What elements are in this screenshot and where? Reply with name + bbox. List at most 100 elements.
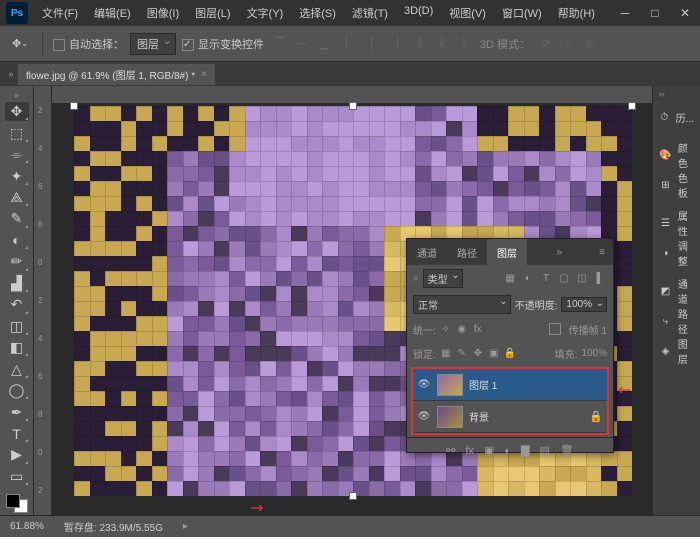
unify-style-icon[interactable]: fx (472, 324, 484, 335)
type-tool[interactable]: T (5, 424, 29, 443)
move-tool[interactable]: ✥ (5, 102, 29, 121)
gradient-tool[interactable]: ◧ (5, 338, 29, 357)
tab-layers[interactable]: 图层 (487, 239, 527, 265)
visibility-toggle-icon[interactable]: 👁 (417, 379, 431, 390)
new-layer-icon[interactable]: ▤ (539, 444, 549, 457)
align-bottom-icon[interactable]: ▁ (314, 34, 334, 54)
blend-mode-dropdown[interactable]: 正常 (413, 295, 511, 314)
filter-type-dropdown[interactable]: 类型 (423, 269, 463, 288)
distribute-3-icon[interactable]: ⫼ (454, 34, 474, 54)
filter-pixel-icon[interactable]: ▦ (503, 271, 517, 285)
3d-rotate-icon[interactable]: ⟳ (536, 34, 556, 54)
3d-pan-icon[interactable]: ✧ (558, 34, 578, 54)
toolbar-expand-icon[interactable]: » (10, 90, 24, 100)
close-tab-icon[interactable]: × (201, 69, 207, 80)
menu-item[interactable]: 帮助(H) (550, 5, 603, 21)
layers-panel-button[interactable]: ◈图层 (653, 336, 700, 366)
menu-item[interactable]: 选择(S) (291, 5, 344, 21)
marquee-tool[interactable]: ⬚ (5, 123, 29, 142)
menu-item[interactable]: 窗口(W) (494, 5, 550, 21)
lock-position-icon[interactable]: ✥ (472, 348, 484, 359)
layer-thumbnail[interactable] (437, 406, 463, 428)
paths-panel-button[interactable]: ⤷路径 (653, 306, 700, 336)
layer-row-background[interactable]: 👁 背景 🔒 (413, 401, 607, 433)
panel-collapse-icon[interactable]: » (548, 247, 570, 258)
propagate-checkbox[interactable] (549, 323, 561, 335)
history-brush-tool[interactable]: ↶ (5, 295, 29, 314)
lock-pixels-icon[interactable]: ▦ (440, 348, 452, 359)
lasso-tool[interactable]: ⌯ (5, 145, 29, 164)
unify-position-icon[interactable]: ✧ (440, 324, 452, 335)
adjustments-panel-button[interactable]: ◑调整 (653, 238, 700, 268)
maximize-button[interactable]: □ (640, 3, 670, 23)
lock-brush-icon[interactable]: ✎ (456, 348, 468, 359)
menu-item[interactable]: 图像(I) (139, 5, 187, 21)
filter-adjust-icon[interactable]: ◐ (521, 271, 535, 285)
transform-handle-bc[interactable] (349, 492, 357, 500)
show-transform-checkbox[interactable]: 显示变换控件 (182, 36, 264, 52)
unify-visibility-icon[interactable]: ◉ (456, 324, 468, 335)
opacity-input[interactable]: 100% (561, 297, 607, 312)
transform-handle-tc[interactable] (349, 102, 357, 110)
fill-input[interactable]: 100% (581, 348, 607, 359)
filter-shape-icon[interactable]: ▢ (557, 271, 571, 285)
close-button[interactable]: ✕ (670, 3, 700, 23)
menu-item[interactable]: 编辑(E) (86, 5, 139, 21)
swatches-panel-button[interactable]: ⊞色板 (653, 170, 700, 200)
magic-wand-tool[interactable]: ✦ (5, 166, 29, 185)
eraser-tool[interactable]: ◫ (5, 317, 29, 336)
pen-tool[interactable]: ✒ (5, 402, 29, 421)
layer-mask-icon[interactable]: ▣ (484, 444, 494, 457)
align-vcenter-icon[interactable]: ─ (292, 34, 312, 54)
zoom-level[interactable]: 61.88% (10, 521, 44, 532)
transform-handle-tr[interactable] (628, 102, 636, 110)
filter-toggle-icon[interactable]: ▌ (593, 271, 607, 285)
layer-thumbnail[interactable] (437, 374, 463, 396)
color-panel-button[interactable]: 🎨颜色 (653, 140, 700, 170)
align-hcenter-icon[interactable]: │ (362, 34, 382, 54)
tab-paths[interactable]: 路径 (447, 239, 487, 265)
crop-tool[interactable]: ⟁ (5, 188, 29, 207)
visibility-toggle-icon[interactable]: 👁 (417, 411, 431, 422)
3d-zoom-icon[interactable]: ◎ (580, 34, 600, 54)
move-tool-indicator[interactable]: ✥⌄ (8, 32, 32, 56)
menu-item[interactable]: 文件(F) (34, 5, 86, 21)
layer-fx-icon[interactable]: fx (465, 445, 474, 457)
menu-item[interactable]: 视图(V) (441, 5, 494, 21)
clone-stamp-tool[interactable]: ▟ (5, 274, 29, 293)
foreground-color-swatch[interactable] (6, 494, 20, 508)
brush-tool[interactable]: ✏ (5, 252, 29, 271)
layer-row-1[interactable]: 👁 图层 1 (413, 369, 607, 401)
properties-panel-button[interactable]: ☰属性 (653, 208, 700, 238)
layer-name[interactable]: 背景 (469, 409, 489, 424)
align-right-icon[interactable]: ▕ (384, 34, 404, 54)
menu-item[interactable]: 图层(L) (187, 5, 238, 21)
delete-layer-icon[interactable]: 🗑 (560, 444, 574, 457)
align-top-icon[interactable]: ▔ (270, 34, 290, 54)
menu-item[interactable]: 滤镜(T) (344, 5, 396, 21)
shape-tool[interactable]: ▭ (5, 467, 29, 486)
distribute-v-icon[interactable]: ⫼ (410, 34, 430, 54)
transform-handle-tl[interactable] (70, 102, 78, 110)
history-panel-button[interactable]: ⏱历... (653, 102, 700, 132)
document-tab[interactable]: flowe.jpg @ 61.9% (图层 1, RGB/8#) * × (18, 64, 215, 85)
channels-panel-button[interactable]: ◩通道 (653, 276, 700, 306)
color-swatches[interactable] (4, 492, 30, 515)
auto-select-checkbox[interactable]: 自动选择： (53, 36, 124, 52)
expand-tabs-icon[interactable]: » (4, 69, 18, 79)
status-arrow-icon[interactable]: ▸ (183, 521, 188, 532)
panel-menu-icon[interactable]: ≡ (591, 247, 613, 258)
layer-name[interactable]: 图层 1 (469, 377, 497, 392)
dock-expand-icon[interactable]: ‹‹ (653, 86, 667, 102)
menu-item[interactable]: 文字(Y) (239, 5, 292, 21)
menu-item[interactable]: 3D(D) (396, 5, 441, 21)
link-layers-icon[interactable]: ⚯ (446, 444, 455, 457)
blur-tool[interactable]: △ (5, 359, 29, 378)
lock-artboard-icon[interactable]: ▣ (488, 348, 500, 359)
lock-all-icon[interactable]: 🔒 (504, 348, 516, 359)
align-left-icon[interactable]: ▏ (340, 34, 360, 54)
auto-select-dropdown[interactable]: 图层 (130, 33, 176, 55)
eyedropper-tool[interactable]: ✎ (5, 209, 29, 228)
filter-smart-icon[interactable]: ◫ (575, 271, 589, 285)
tab-channels[interactable]: 通道 (407, 239, 447, 265)
